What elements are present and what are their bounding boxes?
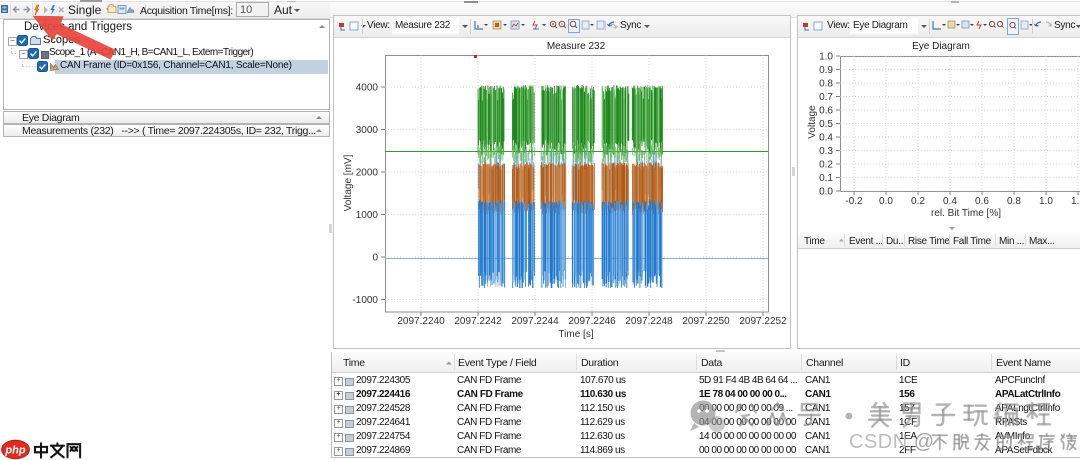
svg-text:2097.2248: 2097.2248 xyxy=(625,316,673,327)
svg-text:-1000: -1000 xyxy=(352,295,378,306)
svg-text:0.7: 0.7 xyxy=(819,92,833,103)
svg-text:0.9: 0.9 xyxy=(819,65,833,76)
svg-text:0.8: 0.8 xyxy=(1007,196,1021,207)
svg-text:Voltage: Voltage xyxy=(807,105,818,139)
svg-text:Eye Diagram: Eye Diagram xyxy=(912,41,970,52)
svg-text:0.3: 0.3 xyxy=(819,146,833,157)
svg-text:-0.2: -0.2 xyxy=(845,196,863,207)
svg-text:Voltage [mV]: Voltage [mV] xyxy=(343,154,354,211)
svg-text:2097.2240: 2097.2240 xyxy=(397,316,445,327)
svg-text:1.0: 1.0 xyxy=(1039,196,1053,207)
svg-text:Measure 232: Measure 232 xyxy=(547,41,606,52)
svg-text:2097.2242: 2097.2242 xyxy=(454,316,502,327)
svg-text:0.8: 0.8 xyxy=(819,79,833,90)
svg-text:1.0: 1.0 xyxy=(819,52,833,63)
svg-text:4000: 4000 xyxy=(356,83,379,94)
svg-text:1000: 1000 xyxy=(356,210,379,221)
svg-text:3000: 3000 xyxy=(356,125,379,136)
svg-text:2000: 2000 xyxy=(356,168,379,179)
svg-text:0.2: 0.2 xyxy=(819,160,833,171)
svg-text:0.6: 0.6 xyxy=(819,106,833,117)
svg-text:0.0: 0.0 xyxy=(879,196,893,207)
svg-text:2097.2252: 2097.2252 xyxy=(739,316,787,327)
svg-text:1.2: 1.2 xyxy=(1071,196,1080,207)
svg-text:2097.2250: 2097.2250 xyxy=(682,316,730,327)
svg-text:0.4: 0.4 xyxy=(819,133,833,144)
svg-text:0.2: 0.2 xyxy=(911,196,925,207)
svg-text:0: 0 xyxy=(372,253,378,264)
svg-text:0.6: 0.6 xyxy=(975,196,989,207)
svg-text:php: php xyxy=(4,445,25,457)
svg-text:0.5: 0.5 xyxy=(819,119,833,130)
svg-text:rel. Bit Time [%]: rel. Bit Time [%] xyxy=(931,208,1001,219)
svg-text:Time [s]: Time [s] xyxy=(558,329,593,340)
svg-text:0.1: 0.1 xyxy=(819,173,833,184)
svg-text:2097.2246: 2097.2246 xyxy=(568,316,616,327)
svg-text:2097.2244: 2097.2244 xyxy=(511,316,559,327)
svg-text:0.0: 0.0 xyxy=(819,187,833,198)
svg-text:0.4: 0.4 xyxy=(943,196,957,207)
